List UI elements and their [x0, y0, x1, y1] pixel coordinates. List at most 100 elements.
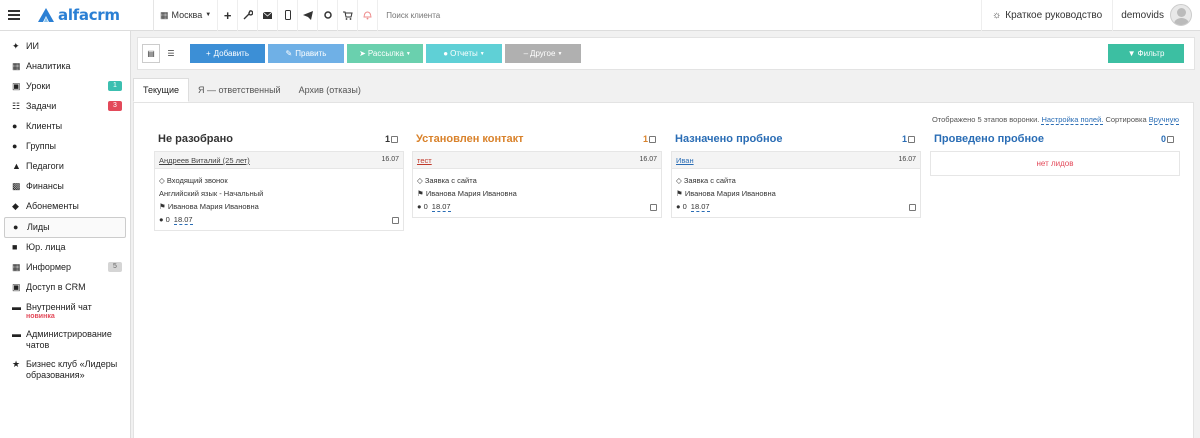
sidebar-item-label: Абонементы: [26, 201, 79, 211]
send-icon: ➤: [359, 49, 366, 58]
lead-course: Английский язык - Начальный: [159, 189, 264, 198]
lead-select-checkbox[interactable]: [650, 204, 657, 211]
lead-card[interactable]: тест 16.07 ◇ Заявка с сайта ⚑ Иванова Ма…: [412, 151, 662, 218]
kanban-board: Отображено 5 этапов воронки. Настройка п…: [133, 102, 1194, 438]
sidebar-item-chat-admin[interactable]: ▬ Администрирование чатов: [0, 325, 130, 355]
informer-icon: ▦: [12, 262, 21, 272]
sidebar-item-groups[interactable]: ● Группы: [0, 137, 130, 157]
star-icon: ★: [12, 359, 21, 369]
list-view-button[interactable]: ☰: [162, 44, 180, 63]
menu-icon[interactable]: [0, 0, 28, 31]
branch-label: Москва: [171, 10, 203, 20]
sort-mode-link[interactable]: Вручную: [1148, 115, 1179, 125]
lead-name-link[interactable]: Иван: [676, 156, 694, 165]
caret-down-icon: ▼: [205, 12, 212, 18]
lead-footer: ● 0 18.07: [159, 213, 399, 226]
other-button[interactable]: – Другое ▼: [505, 44, 581, 63]
tab-responsible[interactable]: Я — ответственный: [189, 78, 290, 102]
stage-column: Установлен контакт 1 тест 16.07 ◇ Заявка…: [412, 133, 662, 218]
lead-footer: ● 0 18.07: [417, 200, 657, 213]
calendar-icon: ▣: [12, 81, 21, 91]
sidebar-item-analytics[interactable]: ▦ Аналитика: [0, 57, 130, 77]
sidebar-item-lessons[interactable]: ▣ Уроки 1: [0, 77, 130, 97]
stage-header: Назначено пробное 1: [671, 133, 921, 147]
pin-icon: ⚑: [417, 189, 426, 198]
lead-date: 16.07: [898, 156, 916, 163]
lead-card[interactable]: Иван 16.07 ◇ Заявка с сайта ⚑ Иванова Ма…: [671, 151, 921, 218]
lessons-badge: 1: [108, 81, 122, 91]
stage-count: 1: [902, 134, 915, 144]
card-header: Иван 16.07: [672, 152, 920, 169]
stage-select-checkbox[interactable]: [1167, 136, 1174, 144]
mailing-label: Рассылка: [367, 49, 404, 58]
filter-button[interactable]: ▼ Фильтр: [1108, 44, 1184, 63]
field-settings-link[interactable]: Настройка полей.: [1041, 115, 1104, 125]
ai-icon: ✦: [12, 41, 20, 51]
sidebar-item-label: ИИ: [26, 41, 39, 51]
filter-label: Фильтр: [1137, 49, 1165, 58]
sidebar-item-access[interactable]: ▣ Доступ в CRM: [0, 278, 130, 298]
logo[interactable]: alfacrm: [28, 0, 154, 31]
briefcase-icon: ■: [12, 242, 18, 252]
sidebar-item-subscriptions[interactable]: ◆ Абонементы: [0, 197, 130, 217]
sidebar-item-label: Внутренний чат: [26, 302, 92, 312]
bell-icon[interactable]: [358, 0, 379, 31]
action-toolbar: ▤ ☰ + Добавить ✎ Править ➤ Рассылка ▼ ● …: [137, 37, 1195, 70]
notes-count: 0: [165, 215, 170, 224]
lead-select-checkbox[interactable]: [909, 204, 916, 211]
sidebar-item-leads[interactable]: ● Лиды: [4, 217, 126, 238]
stage-title: Не разобрано: [158, 133, 233, 145]
sidebar-item-teachers[interactable]: ▲ Педагоги: [0, 157, 130, 177]
mail-icon[interactable]: [258, 0, 279, 31]
tab-archive[interactable]: Архив (отказы): [290, 78, 370, 102]
cart-icon[interactable]: [338, 0, 359, 31]
wrench-icon[interactable]: [238, 0, 259, 31]
edit-button[interactable]: ✎ Править: [268, 44, 344, 63]
due-date-link[interactable]: 18.07: [431, 202, 451, 212]
stage-select-checkbox[interactable]: [908, 136, 915, 144]
sidebar-item-label: Аналитика: [26, 61, 71, 71]
plus-icon[interactable]: +: [218, 0, 239, 31]
chat-icon: ▬: [12, 302, 21, 312]
sidebar-item-informer[interactable]: ▦ Информер 5: [0, 258, 130, 278]
tab-current[interactable]: Текущие: [133, 78, 189, 102]
sidebar-item-legal[interactable]: ■ Юр. лица: [0, 238, 130, 258]
sidebar-item-label: Лиды: [27, 222, 50, 232]
branch-select[interactable]: ▦ Москва ▼: [154, 0, 219, 31]
lead-select-checkbox[interactable]: [392, 217, 399, 224]
caret-down-icon: ▼: [557, 50, 563, 57]
phone-icon[interactable]: [278, 0, 299, 31]
user-menu[interactable]: demovids: [1112, 0, 1200, 31]
lead-card[interactable]: Андреев Виталий (25 лет) 16.07 ◇ Входящи…: [154, 151, 404, 231]
logo-text: alfacrm: [58, 6, 120, 24]
sidebar-item-ai[interactable]: ✦ ИИ: [0, 37, 130, 57]
card-header: тест 16.07: [413, 152, 661, 169]
due-date-link[interactable]: 18.07: [690, 202, 710, 212]
sidebar-item-label: Финансы: [26, 181, 64, 191]
pencil-icon: ✎: [285, 49, 293, 58]
sidebar-item-finance[interactable]: ▩ Финансы: [0, 177, 130, 197]
due-date-link[interactable]: 18.07: [173, 215, 193, 225]
add-button[interactable]: + Добавить: [190, 44, 265, 63]
lead-name-link[interactable]: Андреев Виталий (25 лет): [159, 156, 250, 165]
kanban-view-button[interactable]: ▤: [142, 44, 160, 63]
guide-link[interactable]: ☼ Краткое руководство: [981, 0, 1112, 31]
edit-label: Править: [295, 49, 327, 58]
lead-owner: ⚑ Иванова Мария Ивановна: [676, 189, 776, 198]
sidebar-item-tasks[interactable]: ☷ Задачи 3: [0, 97, 130, 117]
sidebar-item-business-club[interactable]: ★ Бизнес клуб «Лидеры образования»: [0, 355, 130, 385]
search-input[interactable]: [378, 0, 982, 31]
stage-column: Не разобрано 1 Андреев Виталий (25 лет) …: [154, 133, 404, 231]
stage-select-checkbox[interactable]: [391, 136, 398, 144]
kanban-icon: ▤: [147, 49, 155, 58]
stage-title: Назначено пробное: [675, 133, 783, 145]
sidebar-item-chat[interactable]: ▬ Внутренний чат новинка: [0, 298, 130, 325]
circle-icon[interactable]: [318, 0, 339, 31]
stage-select-checkbox[interactable]: [649, 136, 656, 144]
reports-button[interactable]: ● Отчеты ▼: [426, 44, 502, 63]
mailing-button[interactable]: ➤ Рассылка ▼: [347, 44, 423, 63]
lead-name-link[interactable]: тест: [417, 156, 432, 165]
sidebar-item-clients[interactable]: ● Клиенты: [0, 117, 130, 137]
telegram-icon[interactable]: [298, 0, 319, 31]
stage-count: 1: [643, 134, 656, 144]
